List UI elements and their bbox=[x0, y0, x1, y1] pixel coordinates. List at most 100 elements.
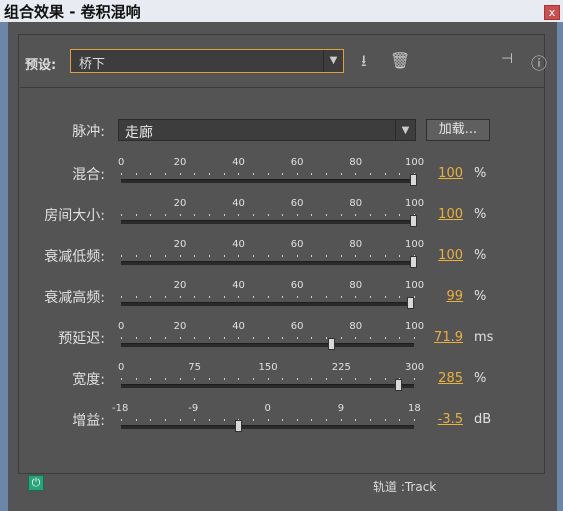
width-minor-tick bbox=[370, 378, 372, 380]
damp-low-unit: % bbox=[474, 248, 487, 263]
gain-minor-tick bbox=[267, 419, 269, 421]
width-minor-tick bbox=[223, 378, 225, 380]
room-size-tick-label: 40 bbox=[232, 198, 245, 209]
room-size-minor-tick bbox=[282, 214, 284, 216]
mix-minor-tick bbox=[370, 173, 372, 175]
mix-minor-tick bbox=[384, 173, 386, 175]
predelay-minor-tick bbox=[340, 337, 342, 339]
pulse-dropdown[interactable]: 走廊 ▼ bbox=[118, 119, 416, 141]
width-minor-tick bbox=[150, 378, 152, 380]
preset-dropdown[interactable]: 桥下 ▼ bbox=[70, 49, 344, 73]
mix-value[interactable]: 100 bbox=[411, 166, 463, 181]
room-size-minor-tick bbox=[311, 214, 313, 216]
power-icon[interactable]: ⏻ bbox=[28, 475, 44, 491]
gain-label: 增益: bbox=[72, 413, 105, 429]
width-minor-tick bbox=[164, 378, 166, 380]
damp-low-tick-label: 60 bbox=[290, 239, 304, 250]
load-button[interactable]: 加载... bbox=[426, 119, 490, 141]
damp-high-minor-tick bbox=[150, 296, 152, 298]
chevron-down-icon[interactable]: ▼ bbox=[395, 120, 415, 140]
damp-low-minor-tick bbox=[238, 255, 240, 257]
gain-slider-thumb[interactable] bbox=[235, 420, 242, 432]
width-minor-tick bbox=[340, 378, 342, 380]
damp-low-minor-tick bbox=[135, 255, 137, 257]
predelay-value[interactable]: 71.9 bbox=[411, 330, 463, 345]
damp-high-minor-tick bbox=[238, 296, 240, 298]
damp-low-value[interactable]: 100 bbox=[411, 248, 463, 263]
damp-high-minor-tick bbox=[282, 296, 284, 298]
mix-tick-label: 40 bbox=[232, 157, 245, 168]
damp-low-minor-tick bbox=[326, 255, 328, 257]
gain-value[interactable]: -3.5 bbox=[411, 412, 463, 427]
gain-minor-tick bbox=[208, 419, 210, 421]
predelay-minor-tick bbox=[267, 337, 269, 339]
mix-slider-track[interactable] bbox=[121, 179, 414, 183]
mix-minor-tick bbox=[164, 173, 166, 175]
room-size-tick-label: 80 bbox=[349, 198, 363, 209]
room-size-slider-track[interactable] bbox=[121, 220, 414, 224]
damp-low-minor-tick bbox=[179, 255, 181, 257]
predelay-tick-label: 40 bbox=[232, 321, 245, 332]
mix-minor-tick bbox=[340, 173, 342, 175]
predelay-slider-thumb[interactable] bbox=[327, 338, 335, 350]
damp-high-tick-label: 80 bbox=[349, 280, 363, 291]
room-size-minor-tick bbox=[194, 214, 196, 216]
close-button[interactable]: x bbox=[544, 5, 560, 20]
mix-minor-tick bbox=[179, 173, 181, 175]
damp-high-minor-tick bbox=[355, 296, 357, 298]
mix-minor-tick bbox=[150, 173, 152, 175]
mix-minor-tick bbox=[238, 173, 240, 175]
predelay-slider-track[interactable] bbox=[121, 343, 414, 347]
gain-minor-tick bbox=[326, 419, 328, 421]
routing-icon[interactable]: ⊣ bbox=[501, 51, 513, 67]
room-size-minor-tick bbox=[267, 214, 269, 216]
chevron-down-icon[interactable]: ▼ bbox=[323, 50, 343, 72]
preset-label: 预设: bbox=[25, 58, 57, 73]
damp-high-label: 衰减高频: bbox=[44, 290, 105, 306]
width-minor-tick bbox=[355, 378, 357, 380]
room-size-minor-tick bbox=[121, 214, 122, 216]
mix-minor-tick bbox=[282, 173, 284, 175]
damp-high-minor-tick bbox=[135, 296, 137, 298]
damp-low-minor-tick bbox=[355, 255, 357, 257]
room-size-minor-tick bbox=[223, 214, 225, 216]
mix-minor-tick bbox=[355, 173, 357, 175]
room-size-minor-tick bbox=[296, 214, 298, 216]
predelay-minor-tick bbox=[296, 337, 298, 339]
damp-low-tick-label: 80 bbox=[349, 239, 363, 250]
damp-high-minor-tick bbox=[296, 296, 298, 298]
damp-high-minor-tick bbox=[164, 296, 166, 298]
damp-low-minor-tick bbox=[164, 255, 166, 257]
damp-high-minor-tick bbox=[399, 296, 401, 298]
width-unit: % bbox=[474, 371, 487, 386]
room-size-minor-tick bbox=[238, 214, 240, 216]
predelay-minor-tick bbox=[164, 337, 166, 339]
delete-preset-icon[interactable]: 🗑 bbox=[390, 51, 410, 70]
predelay-minor-tick bbox=[384, 337, 386, 339]
damp-high-slider-track[interactable] bbox=[121, 302, 414, 306]
gain-minor-tick bbox=[340, 419, 342, 421]
damp-high-unit: % bbox=[474, 289, 487, 304]
width-slider-track[interactable] bbox=[121, 384, 414, 388]
gain-minor-tick bbox=[135, 419, 137, 421]
damp-high-minor-tick bbox=[179, 296, 181, 298]
predelay-tick-label: 20 bbox=[173, 321, 187, 332]
effect-panel: 预设: 桥下 ▼ ⭳ 🗑 ⊣ ⓘ 脉冲: 走廊 ▼ 加载... 混合: 0 20 40… bbox=[8, 22, 557, 511]
damp-high-value[interactable]: 99 bbox=[411, 289, 463, 304]
info-icon[interactable]: ⓘ bbox=[531, 50, 547, 74]
width-value[interactable]: 285 bbox=[411, 371, 463, 386]
width-slider-thumb[interactable] bbox=[395, 379, 403, 391]
gain-minor-tick bbox=[164, 419, 166, 421]
predelay-minor-tick bbox=[135, 337, 137, 339]
gain-slider-track[interactable] bbox=[121, 425, 414, 429]
save-preset-icon[interactable]: ⭳ bbox=[361, 50, 367, 77]
window-title: 组合效果 - 卷积混响 bbox=[4, 3, 141, 21]
damp-low-minor-tick bbox=[208, 255, 210, 257]
damp-high-minor-tick bbox=[311, 296, 313, 298]
room-size-minor-tick bbox=[399, 214, 401, 216]
room-size-value[interactable]: 100 bbox=[411, 207, 463, 222]
predelay-minor-tick bbox=[252, 337, 254, 339]
mix-tick-label: 20 bbox=[173, 157, 187, 168]
damp-low-slider-track[interactable] bbox=[121, 261, 414, 265]
room-size-minor-tick bbox=[208, 214, 210, 216]
